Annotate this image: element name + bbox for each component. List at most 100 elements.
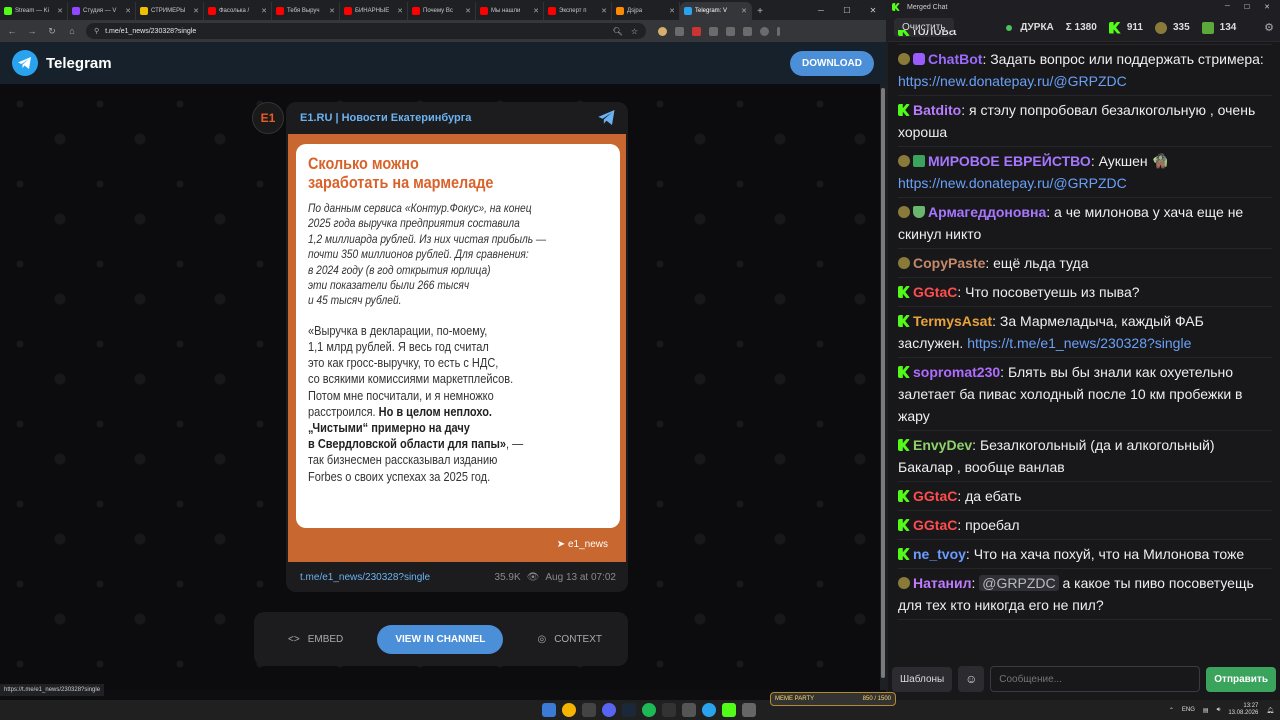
close-icon[interactable]: ✕ [860,0,886,20]
chat-username[interactable]: Армагеддоновна [928,204,1046,220]
channel-avatar[interactable]: E1 [252,102,284,134]
site-info-icon[interactable]: ⚲ [94,27,99,35]
maximize-icon[interactable]: ☐ [1244,3,1250,11]
bookmark-star-icon[interactable]: ☆ [631,27,638,36]
spotify-icon[interactable] [642,703,656,717]
volume-icon[interactable]: 🔊︎ [1217,707,1221,714]
chat-username[interactable]: Batdito [913,102,961,118]
tab-close-icon[interactable]: ✕ [533,7,539,15]
chat-username[interactable]: ChatBot [928,51,982,67]
telegram-logo-icon[interactable] [12,50,38,76]
browser-tab[interactable]: СТРИМЕРЫ ✕ [136,2,204,20]
chat-username[interactable]: МИРОВОЕ ЕВРЕЙСТВО [928,153,1091,169]
post-link[interactable]: t.me/e1_news/230328?single [300,572,430,583]
tab-label: Студия — V [83,8,117,14]
post-image[interactable]: Сколько можно заработать на мармеладе По… [288,134,626,562]
templates-button[interactable]: Шаблоны [892,666,953,692]
page-scrollbar[interactable] [880,84,886,690]
telegram-plane-icon[interactable] [598,110,616,130]
system-tray: ⌃ ENG ▤ 🔊︎ 13:27 13.08.2026 🔔︎ [1169,700,1274,720]
browser-tab[interactable]: Telegram: V ✕ [680,2,752,20]
embed-button[interactable]: <> EMBED [288,634,343,645]
emoji-icon[interactable]: ☺ [958,666,985,692]
zoom-icon[interactable]: 🔍︎ [613,27,623,36]
message-input[interactable] [990,666,1201,692]
browser-tab[interactable]: Студия — V ✕ [68,2,136,20]
chat-message-link[interactable]: https://new.donatepay.ru/@GRPZDC [898,73,1127,89]
kick-badge-icon [898,286,910,298]
chat-username[interactable]: GGtaC [913,284,957,300]
extension-icon[interactable] [709,26,718,36]
chat-mention[interactable]: @GRPZDC [979,575,1059,591]
split-view-icon[interactable] [743,26,752,36]
discord-icon[interactable] [602,703,616,717]
tab-close-icon[interactable]: ✕ [57,7,63,15]
obs-icon[interactable] [662,703,676,717]
tab-close-icon[interactable]: ✕ [397,7,403,15]
browser-tab[interactable]: Дsjра ✕ [612,2,680,20]
home-icon[interactable]: ⌂ [66,26,78,36]
kick-badge-icon [898,104,910,116]
new-tab-button[interactable]: + [752,2,768,20]
maximize-icon[interactable]: ☐ [834,0,860,20]
tab-close-icon[interactable]: ✕ [601,7,607,15]
language-indicator[interactable]: ENG [1182,707,1195,713]
telegram-taskbar-icon[interactable] [702,703,716,717]
chat-username[interactable]: sopromat230 [913,364,1000,380]
chat-message-link[interactable]: https://t.me/e1_news/230328?single [967,335,1191,351]
extension-icon[interactable] [675,26,684,36]
app-icon[interactable] [682,703,696,717]
back-icon[interactable]: ← [6,26,18,36]
scrollbar-thumb[interactable] [881,88,885,678]
chrome-icon[interactable] [562,703,576,717]
explorer-icon[interactable] [582,703,596,717]
extension-icon[interactable] [658,26,667,36]
steam-icon[interactable] [622,703,636,717]
clock[interactable]: 13:27 13.08.2026 [1228,703,1258,717]
reload-icon[interactable]: ↻ [46,26,58,37]
profile-icon[interactable] [760,26,769,36]
merged-chat-taskbar-icon[interactable] [722,703,736,717]
browser-tab[interactable]: Тебя Выруч ✕ [272,2,340,20]
tab-close-icon[interactable]: ✕ [741,7,747,15]
chat-username[interactable]: Натанил [913,575,972,591]
forward-icon[interactable]: → [26,26,38,36]
start-icon[interactable] [542,703,556,717]
download-icon[interactable] [726,26,735,36]
channel-name-link[interactable]: E1.RU | Новости Екатеринбурга [300,112,471,124]
tray-chevron-icon[interactable]: ⌃ [1169,707,1174,714]
minimize-icon[interactable]: ─ [808,0,834,20]
download-button[interactable]: DOWNLOAD [790,50,874,76]
tab-close-icon[interactable]: ✕ [669,7,675,15]
tab-close-icon[interactable]: ✕ [193,7,199,15]
browser-tab[interactable]: Мы нашли ✕ [476,2,544,20]
tab-close-icon[interactable]: ✕ [329,7,335,15]
chat-username[interactable]: EnvyDev [913,437,972,453]
context-button[interactable]: ◎ CONTEXT [537,634,602,645]
browser-tab[interactable]: Фасолька / ✕ [204,2,272,20]
send-button[interactable]: Отправить [1206,666,1276,692]
address-bar[interactable]: ⚲ t.me/e1_news/230328?single 🔍︎ ☆ [86,23,646,39]
chat-username[interactable]: CopyPaste [913,255,985,271]
browser-tab[interactable]: Почему Вс ✕ [408,2,476,20]
minimize-icon[interactable]: ─ [1225,3,1230,11]
chat-username[interactable]: TermysAsat [913,313,992,329]
extension-icon[interactable] [692,26,701,36]
tab-close-icon[interactable]: ✕ [465,7,471,15]
close-icon[interactable]: ✕ [1264,3,1270,11]
notifications-icon[interactable]: 🔔︎ [1266,707,1274,714]
chat-username[interactable]: GGtaC [913,488,957,504]
chat-message-link[interactable]: https://new.donatepay.ru/@GRPZDC [898,175,1127,191]
tab-close-icon[interactable]: ✕ [125,7,131,15]
chat-username[interactable]: GGtaC [913,517,957,533]
tab-close-icon[interactable]: ✕ [261,7,267,15]
view-in-channel-button[interactable]: VIEW IN CHANNEL [377,624,504,654]
browser-tab[interactable]: БИНАРНЫЕ ✕ [340,2,408,20]
menu-icon[interactable] [777,26,780,36]
app-icon[interactable] [742,703,756,717]
browser-tab[interactable]: Stream — Ki ✕ [0,2,68,20]
chat-message: GGtaC: Что посоветуешь из пыва? [898,278,1272,307]
browser-tab[interactable]: Эксперт п ✕ [544,2,612,20]
chat-username[interactable]: ne_tvoy [913,546,966,562]
network-icon[interactable]: ▤ [1203,707,1209,714]
